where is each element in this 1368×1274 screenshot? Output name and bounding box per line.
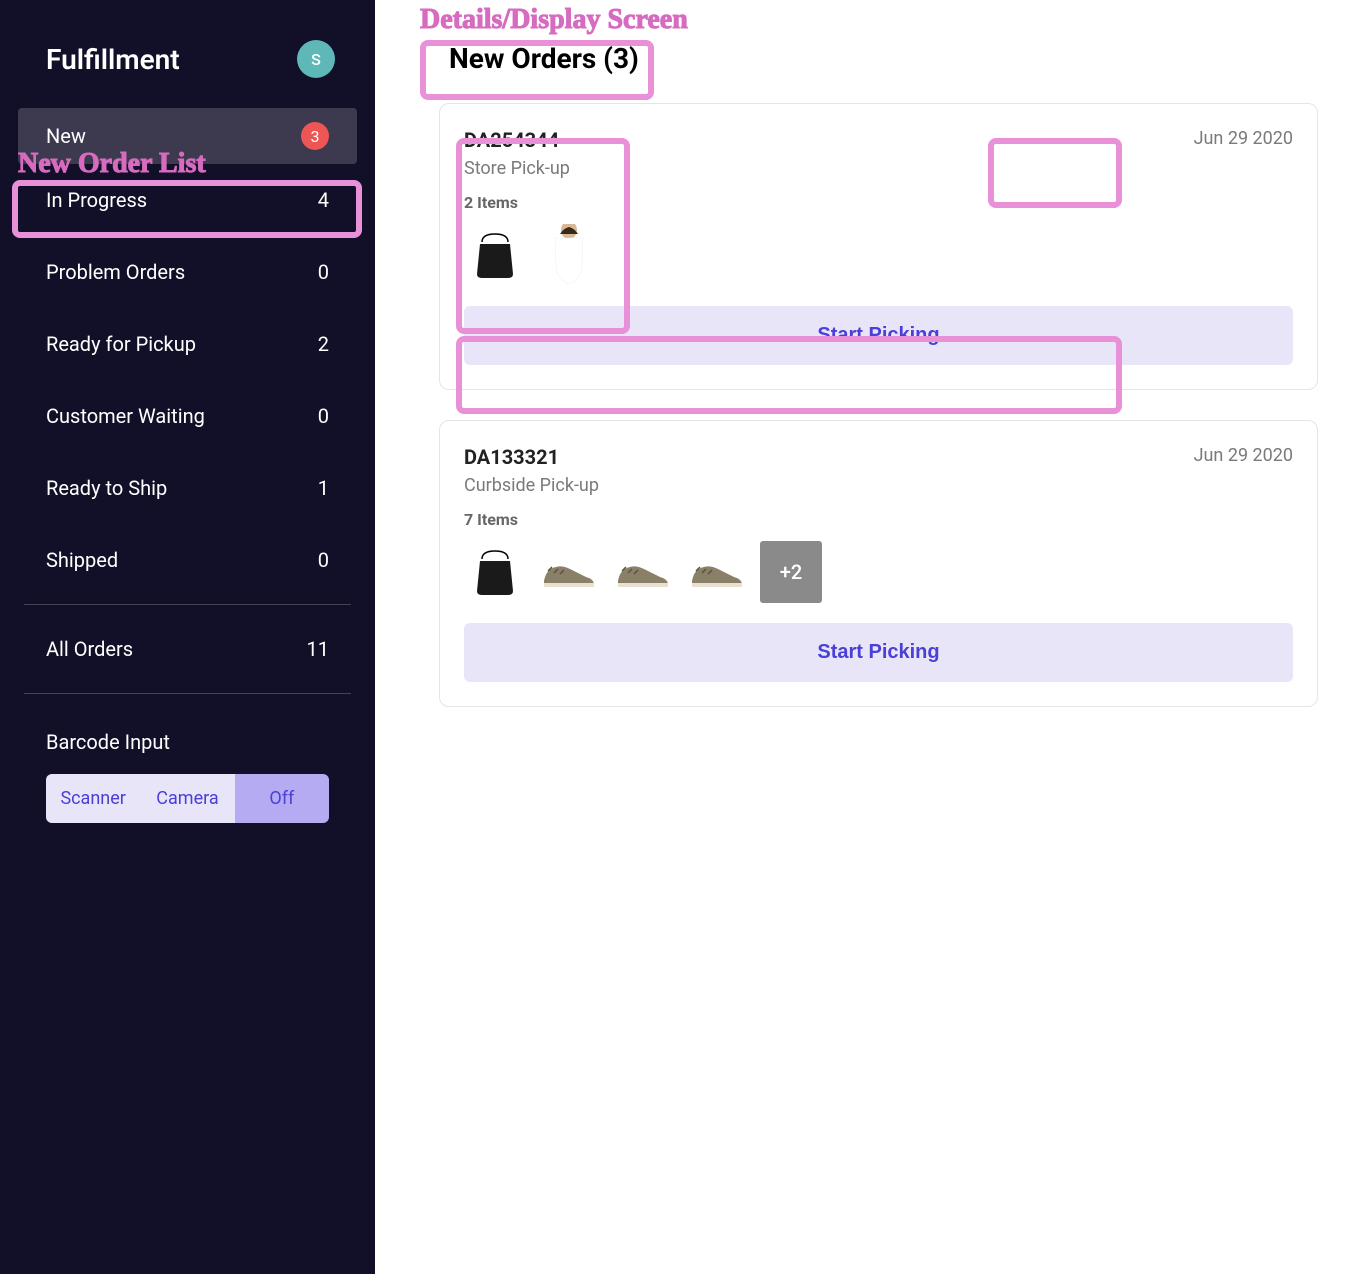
- thumbs-row: [464, 224, 1293, 286]
- start-picking-button[interactable]: Start Picking: [464, 306, 1293, 365]
- order-header: DA133321 Curbside Pick-up Jun 29 2020: [464, 445, 1293, 496]
- nav-label: Problem Orders: [46, 260, 185, 284]
- product-thumb-shoe[interactable]: [538, 541, 600, 603]
- thumbs-row: +2: [464, 541, 1293, 603]
- nav-label: New: [46, 124, 86, 148]
- sidebar-item-customer-waiting[interactable]: Customer Waiting 0: [0, 380, 375, 452]
- order-id: DA133321: [464, 445, 599, 469]
- order-header: DA254344 Store Pick-up Jun 29 2020: [464, 128, 1293, 179]
- start-picking-button[interactable]: Start Picking: [464, 623, 1293, 682]
- app-title: Fulfillment: [46, 43, 180, 76]
- order-type: Curbside Pick-up: [464, 475, 599, 496]
- nav-label: Ready for Pickup: [46, 332, 196, 356]
- nav-label: In Progress: [46, 188, 147, 212]
- barcode-option-camera[interactable]: Camera: [140, 774, 234, 823]
- nav-count: 0: [318, 260, 329, 284]
- sidebar-item-all-orders[interactable]: All Orders 11: [0, 613, 375, 685]
- order-items-count: 2 Items: [464, 193, 1293, 212]
- sidebar-item-shipped[interactable]: Shipped 0: [0, 524, 375, 596]
- nav-count: 0: [318, 548, 329, 572]
- order-id: DA254344: [464, 128, 570, 152]
- barcode-input-title: Barcode Input: [0, 702, 375, 774]
- divider: [24, 693, 351, 694]
- nav-count: 1: [318, 476, 329, 500]
- main-content: New Orders (3) DA254344 Store Pick-up Jun …: [375, 0, 1368, 707]
- nav-count: 0: [318, 404, 329, 428]
- order-type: Store Pick-up: [464, 158, 570, 179]
- product-thumb-shoe[interactable]: [612, 541, 674, 603]
- barcode-option-off[interactable]: Off: [235, 774, 329, 823]
- order-date: Jun 29 2020: [1194, 445, 1293, 466]
- order-items-count: 7 Items: [464, 510, 1293, 529]
- nav-count: 4: [318, 188, 329, 212]
- nav-badge: 3: [301, 122, 329, 150]
- thumb-more[interactable]: +2: [760, 541, 822, 603]
- nav-label: Ready to Ship: [46, 476, 167, 500]
- annotation-label-main: Details/Display Screen: [420, 4, 688, 36]
- order-card: DA133321 Curbside Pick-up Jun 29 2020 7 Ite…: [439, 420, 1318, 707]
- product-thumb-dress[interactable]: [538, 224, 600, 286]
- sidebar-item-ready-for-pickup[interactable]: Ready for Pickup 2: [0, 308, 375, 380]
- sidebar: Fulfillment S New 3 In Progress 4 Problem Or…: [0, 0, 375, 1274]
- nav-label: All Orders: [46, 637, 133, 661]
- nav-count: 2: [318, 332, 329, 356]
- sidebar-item-problem-orders[interactable]: Problem Orders 0: [0, 236, 375, 308]
- product-thumb-bag[interactable]: [464, 224, 526, 286]
- user-avatar[interactable]: S: [297, 40, 335, 78]
- nav-label: Shipped: [46, 548, 118, 572]
- annotation-label-sidebar: New Order List: [18, 148, 206, 180]
- sidebar-header: Fulfillment S: [0, 40, 375, 108]
- nav-count: 11: [307, 637, 329, 661]
- barcode-option-scanner[interactable]: Scanner: [46, 774, 140, 823]
- order-date: Jun 29 2020: [1194, 128, 1293, 149]
- divider: [24, 604, 351, 605]
- page-title: New Orders (3): [439, 36, 649, 81]
- nav-label: Customer Waiting: [46, 404, 205, 428]
- order-card: DA254344 Store Pick-up Jun 29 2020 2 Items S…: [439, 103, 1318, 390]
- sidebar-item-ready-to-ship[interactable]: Ready to Ship 1: [0, 452, 375, 524]
- product-thumb-shoe[interactable]: [686, 541, 748, 603]
- barcode-toggle: Scanner Camera Off: [46, 774, 329, 823]
- product-thumb-bag[interactable]: [464, 541, 526, 603]
